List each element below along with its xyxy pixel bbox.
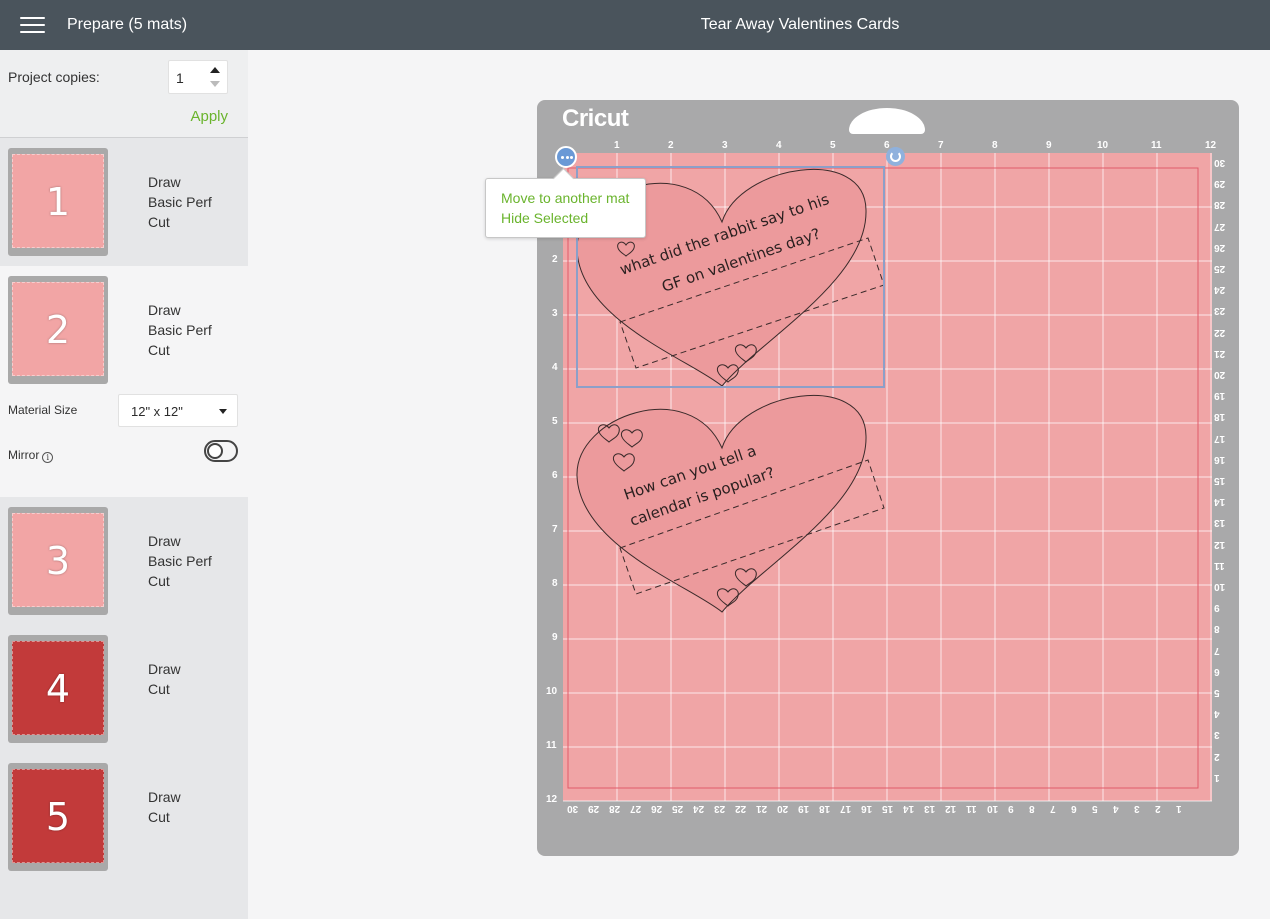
- hide-selected-option[interactable]: Hide Selected: [501, 210, 588, 226]
- mat-canvas-svg: what did the rabbit say to his GF on val…: [563, 153, 1212, 802]
- context-menu: Move to another mat Hide Selected: [485, 178, 646, 238]
- rotate-icon[interactable]: [886, 147, 905, 166]
- move-to-another-mat-option[interactable]: Move to another mat: [501, 190, 629, 206]
- more-options-icon[interactable]: [555, 146, 577, 168]
